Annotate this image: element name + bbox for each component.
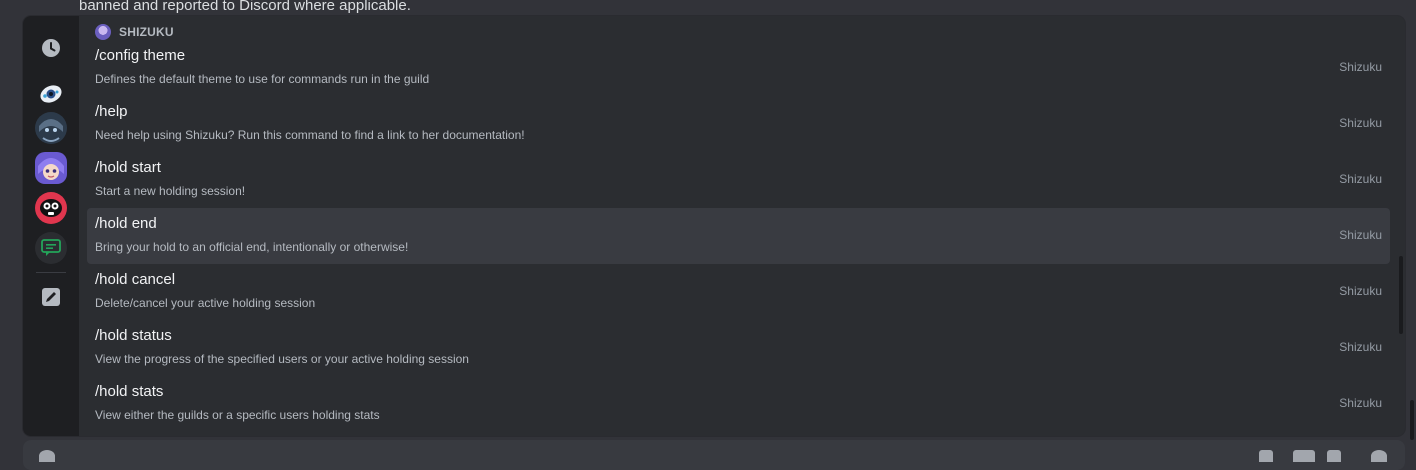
command-name: /hold status [95, 327, 172, 344]
command-option-help[interactable]: /help Need help using Shizuku? Run this … [87, 96, 1390, 152]
background-message-text: banned and reported to Discord where app… [79, 0, 411, 14]
command-description: Bring your hold to an official end, inte… [95, 240, 409, 254]
command-description: Start a new holding session! [95, 184, 246, 198]
command-option-config-theme[interactable]: /config theme Defines the default theme … [87, 40, 1390, 96]
command-name: /hold start [95, 159, 161, 176]
command-description: Delete/cancel your active holding sessio… [95, 296, 316, 310]
command-name: /hold stats [95, 383, 164, 400]
bot-avatar-eye-icon[interactable] [35, 78, 67, 110]
gift-icon[interactable] [1259, 450, 1273, 462]
command-source: Shizuku [1339, 116, 1382, 130]
command-name: /config theme [95, 47, 186, 64]
command-list: SHIZUKU /config theme Defines the defaul… [79, 16, 1405, 436]
recent-clock-icon[interactable] [35, 32, 67, 64]
section-title: SHIZUKU [119, 25, 174, 39]
command-option-hold-end[interactable]: /hold end Bring your hold to an official… [87, 208, 1390, 264]
bot-avatar-shizuku-icon[interactable] [35, 152, 67, 184]
shizuku-small-avatar-icon [95, 24, 111, 40]
app-chat-icon[interactable] [35, 232, 67, 264]
add-attachment-icon[interactable] [39, 450, 55, 462]
message-input-bar[interactable] [23, 440, 1405, 470]
command-option-hold-cancel[interactable]: /hold cancel Delete/cancel your active h… [87, 264, 1390, 320]
command-source: Shizuku [1339, 340, 1382, 354]
command-source: Shizuku [1339, 172, 1382, 186]
command-list-scrollbar[interactable] [1399, 256, 1403, 334]
command-source-rail [23, 16, 79, 436]
command-description: View the progress of the specified users… [95, 352, 469, 366]
command-source: Shizuku [1339, 228, 1382, 242]
command-option-hold-start[interactable]: /hold start Start a new holding session!… [87, 152, 1390, 208]
command-description: Need help using Shizuku? Run this comman… [95, 128, 525, 142]
emoji-icon[interactable] [1371, 450, 1387, 462]
rail-divider [36, 272, 66, 273]
command-source: Shizuku [1339, 284, 1382, 298]
sticker-icon[interactable] [1327, 450, 1341, 462]
command-name: /hold end [95, 215, 157, 232]
bot-avatar-dark-girl-icon[interactable] [35, 112, 67, 144]
command-name: /help [95, 103, 128, 120]
command-name: /hold cancel [95, 271, 176, 288]
command-description: View either the guilds or a specific use… [95, 408, 380, 422]
edit-pencil-icon[interactable] [35, 281, 67, 313]
command-source: Shizuku [1339, 60, 1382, 74]
section-header-shizuku: SHIZUKU [95, 23, 174, 41]
bot-avatar-red-icon[interactable] [35, 192, 67, 224]
command-description: Defines the default theme to use for com… [95, 72, 430, 86]
command-option-hold-status[interactable]: /hold status View the progress of the sp… [87, 320, 1390, 376]
command-option-hold-stats[interactable]: /hold stats View either the guilds or a … [87, 376, 1390, 432]
gif-icon[interactable] [1293, 450, 1315, 462]
page-scrollbar[interactable] [1410, 400, 1414, 440]
command-autocomplete-popup: SHIZUKU /config theme Defines the defaul… [23, 16, 1405, 436]
command-source: Shizuku [1339, 396, 1382, 410]
